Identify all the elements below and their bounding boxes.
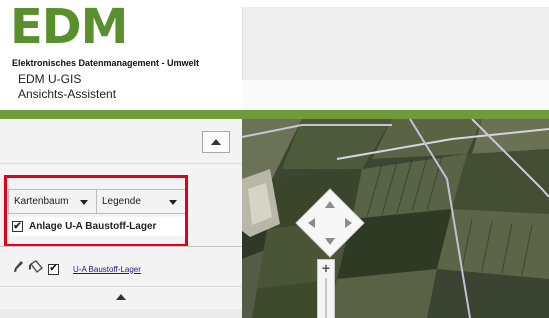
legende-select-label: Legende bbox=[102, 196, 141, 207]
logo-block: EDM Elektronisches Datenmanagement - Umw… bbox=[0, 0, 242, 110]
zoom-in-button[interactable]: + bbox=[318, 260, 334, 276]
chevron-down-icon bbox=[169, 200, 177, 205]
layer-group-row: ✔ Anlage U-A Baustoff-Lager bbox=[8, 217, 186, 236]
layer-group-label: Anlage U-A Baustoff-Lager bbox=[29, 221, 157, 232]
satellite-imagery bbox=[242, 119, 549, 318]
pan-control[interactable] bbox=[294, 187, 366, 259]
chevron-down-icon bbox=[80, 200, 88, 205]
zoom-slider-track[interactable] bbox=[325, 278, 327, 318]
collapse-up-button[interactable] bbox=[202, 131, 230, 153]
app-subtitle: Ansichts-Assistent bbox=[18, 87, 117, 101]
layer-link[interactable]: U-A Baustoff-Lager bbox=[73, 265, 141, 274]
left-panel: Kartenbaum Legende ✔ Anlage U-A Baustoff… bbox=[0, 119, 242, 318]
kartenbaum-select[interactable]: Kartenbaum bbox=[8, 189, 96, 214]
paint-bucket-icon[interactable] bbox=[28, 259, 44, 279]
logo-subtitle: Elektronisches Datenmanagement - Umwelt bbox=[12, 58, 200, 68]
header-right-lower bbox=[242, 80, 549, 110]
divider bbox=[0, 246, 242, 247]
brand-bar bbox=[0, 110, 549, 119]
pencil-icon[interactable] bbox=[12, 260, 24, 279]
kartenbaum-select-label: Kartenbaum bbox=[14, 196, 69, 207]
panel-footer bbox=[0, 309, 242, 318]
expand-panel-button[interactable] bbox=[0, 287, 242, 307]
zoom-control: + bbox=[317, 259, 335, 318]
layer-row: ✔ U-A Baustoff-Lager bbox=[12, 259, 141, 279]
header: EDM Elektronisches Datenmanagement - Umw… bbox=[0, 0, 549, 110]
app-name: EDM U-GIS bbox=[18, 72, 82, 86]
map-view[interactable]: + bbox=[242, 119, 549, 318]
view-select-row: Kartenbaum Legende bbox=[8, 189, 186, 214]
triangle-up-icon bbox=[116, 294, 126, 300]
triangle-up-icon bbox=[211, 139, 221, 145]
legende-select[interactable]: Legende bbox=[96, 189, 186, 214]
layer-group-checkbox[interactable]: ✔ bbox=[12, 221, 23, 232]
layer-checkbox[interactable]: ✔ bbox=[48, 263, 59, 275]
logo: EDM bbox=[10, 0, 128, 55]
header-right-panel bbox=[242, 7, 549, 80]
divider bbox=[0, 163, 242, 164]
